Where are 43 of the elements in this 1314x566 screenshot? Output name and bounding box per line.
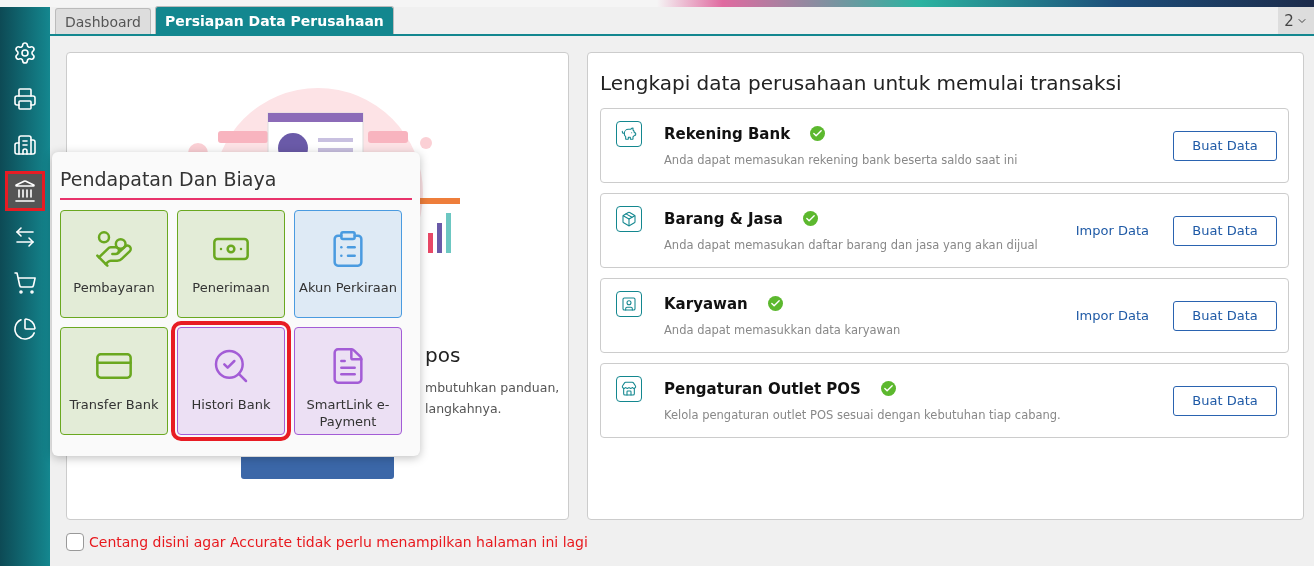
tab-dropdown[interactable]: 2 <box>1278 7 1314 34</box>
tab[interactable]: Persiapan Data Perusahaan <box>154 6 394 34</box>
row-title: Rekening Bank <box>664 124 791 143</box>
welcome-heading: pos <box>425 343 462 367</box>
pie-chart-icon <box>13 317 37 341</box>
start-button[interactable] <box>241 457 394 479</box>
row-title: Pengaturan Outlet POS <box>664 379 861 398</box>
checkbox[interactable] <box>66 533 84 551</box>
menu-tile[interactable]: Akun Perkiraan <box>294 210 402 318</box>
row-title: Barang & Jasa <box>664 209 783 228</box>
row-description: Anda dapat memasukan daftar barang dan jasa yang akan dijual <box>664 237 1039 252</box>
bank-icon <box>13 179 37 203</box>
row-description: Kelola pengaturan outlet POS sesuai dengan kebutuhan tiap cabang. <box>664 407 1062 422</box>
popup-title: Pendapatan Dan Biaya <box>60 168 412 200</box>
cart-icon <box>13 271 37 295</box>
arrows-icon <box>13 225 37 249</box>
printer-icon <box>13 87 37 111</box>
menu-tile[interactable]: SmartLink e-Payment <box>294 327 402 435</box>
piggy-bank-icon <box>616 121 642 147</box>
building-icon <box>13 133 37 157</box>
welcome-text: langkahnya. <box>425 400 502 418</box>
store-icon <box>616 376 642 402</box>
menu-tile[interactable]: Transfer Bank <box>60 327 168 435</box>
setup-title: Lengkapi data perusahaan untuk memulai transaksi <box>600 71 1123 95</box>
create-button[interactable]: Buat Data <box>1173 215 1277 246</box>
create-button[interactable]: Buat Data <box>1173 130 1277 161</box>
create-button[interactable]: Buat Data <box>1173 385 1277 416</box>
tab[interactable]: Dashboard <box>55 8 151 34</box>
hand-coins-icon <box>94 229 134 269</box>
row-description: Anda dapat memasukkan data karyawan <box>664 322 902 337</box>
row-title: Karyawan <box>664 294 748 313</box>
sidebar-item[interactable] <box>5 171 45 211</box>
menu-tile[interactable]: Penerimaan <box>177 210 285 318</box>
settings-icon <box>13 41 37 65</box>
import-link[interactable]: Impor Data <box>1075 308 1149 323</box>
welcome-text: mbutuhkan panduan, <box>425 379 560 397</box>
row-description: Anda dapat memasukan rekening bank beserta saldo saat ini <box>664 152 1019 167</box>
package-icon <box>616 206 642 232</box>
user-icon <box>616 291 642 317</box>
menu-tile[interactable]: Pembayaran <box>60 210 168 318</box>
import-link[interactable]: Impor Data <box>1075 223 1149 238</box>
checkbox-label: Centang disini agar Accurate tidak perlu menampilkan halaman ini lagi <box>89 534 588 550</box>
create-button[interactable]: Buat Data <box>1173 300 1277 331</box>
